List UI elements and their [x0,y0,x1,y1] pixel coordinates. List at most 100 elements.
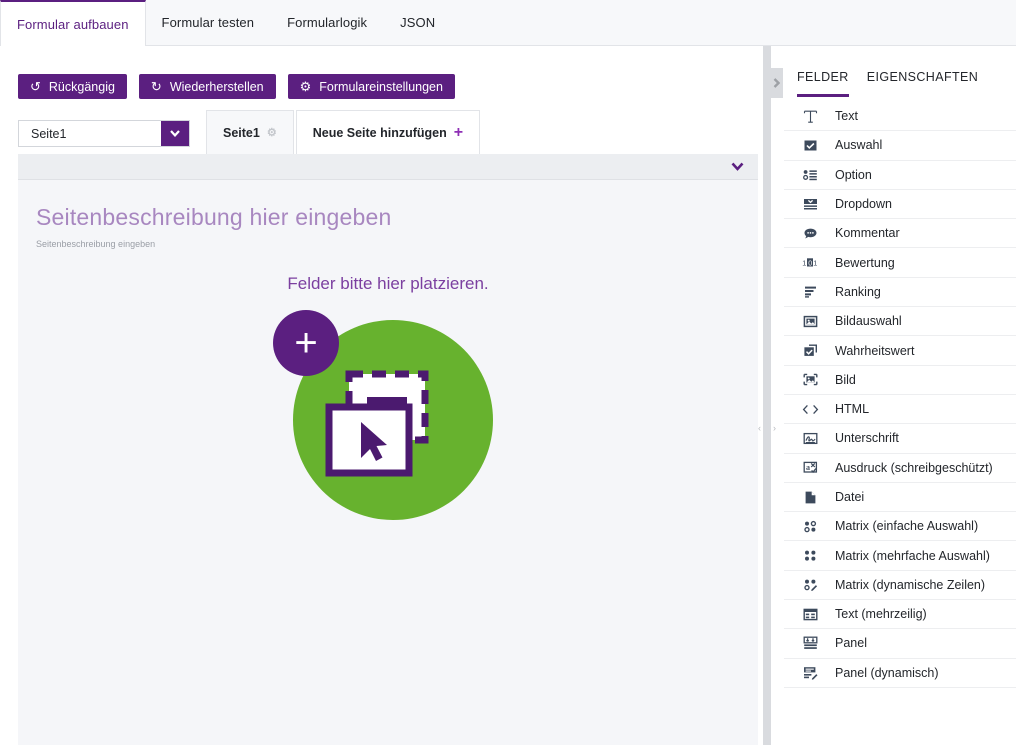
redo-button[interactable]: ↻ Wiederherstellen [138,74,276,99]
field-item-html[interactable]: HTML [784,395,1016,425]
field-item-unterschrift[interactable]: Unterschrift [784,424,1016,454]
field-item-option[interactable]: Option [784,161,1016,190]
gear-icon[interactable]: ⚙ [267,126,277,139]
tab-label: Formular aufbauen [17,16,129,32]
field-item-label: Bildauswahl [835,314,902,329]
field-item-label: Matrix (einfache Auswahl) [835,519,979,534]
field-item-label: Kommentar [835,226,900,241]
checkbox-icon [797,137,823,153]
panel-expand-toggle[interactable] [769,68,783,98]
field-item-label: Ranking [835,284,881,299]
redo-button-label: Wiederherstellen [169,79,264,94]
chevron-right-icon: › [773,423,776,433]
field-item-bewertung[interactable]: 1 0 1 Bewertung [784,248,1016,278]
tab-label: Formular testen [161,15,255,30]
file-icon [797,489,823,505]
field-item-label: Matrix (mehrfache Auswahl) [835,548,990,563]
field-item-kommentar[interactable]: Kommentar [784,219,1016,249]
tab-eigenschaften[interactable]: EIGENSCHAFTEN [867,70,978,97]
dropzone[interactable]: Felder bitte hier platzieren. + [18,274,758,540]
field-item-matrix-dynamische-zeilen[interactable]: Matrix (dynamische Zeilen) [784,571,1016,601]
field-item-bild[interactable]: Bild [784,366,1016,395]
chevron-down-glyph [170,130,180,137]
ranking-icon [797,284,823,300]
field-item-label: Datei [835,490,865,504]
chevron-down-icon[interactable] [161,121,189,146]
tab-label: EIGENSCHAFTEN [866,70,979,84]
plus-icon: + [294,321,318,365]
field-item-label: Text (mehrzeilig) [835,607,927,622]
field-item-datei[interactable]: Datei [784,483,1016,513]
svg-text:a: a [806,463,810,472]
field-item-dropdown[interactable]: Dropdown [784,190,1016,220]
tab-formular-testen[interactable]: Formular testen [146,0,272,45]
page-tab-seite1[interactable]: Seite1 ⚙ [206,110,294,154]
matrix-dynamic-icon [797,577,823,593]
splitter-resize-handle[interactable]: ‹ › [758,418,776,438]
page-select[interactable]: Seite1 [18,120,190,147]
field-item-label: Unterschrift [835,431,899,446]
panel-splitter[interactable] [763,46,771,745]
field-item-label: Text [835,109,858,124]
chevron-left-icon: ‹ [758,423,761,433]
field-item-ausdruck-schreibgesch-tzt[interactable]: a Ausdruck (schreibgeschützt) [784,454,1016,483]
tab-label: JSON [400,15,436,30]
dropdown-icon [797,196,823,212]
field-item-text-mehrzeilig[interactable]: Text (mehrzeilig) [784,600,1016,630]
field-item-label: Option [835,167,872,182]
form-settings-button-label: Formulareinstellungen [319,79,443,94]
field-item-label: Ausdruck (schreibgeschützt) [835,460,993,475]
field-item-wahrheitswert[interactable]: Wahrheitswert [784,336,1016,366]
field-item-panel[interactable]: Panel [784,629,1016,659]
field-item-auswahl[interactable]: Auswahl [784,131,1016,161]
right-panel: FELDER EIGENSCHAFTEN Text Auswahl Option Dr… [784,46,1016,745]
field-type-list: Text Auswahl Option Dropdown Kommentar 1 0 1 Bew… [784,102,1016,688]
field-item-label: Bild [835,372,856,387]
field-item-matrix-mehrfache-auswahl[interactable]: Matrix (mehrfache Auswahl) [784,541,1016,571]
form-settings-button[interactable]: ⚙ Formulareinstellungen [287,74,455,99]
page-description[interactable]: Seitenbeschreibung eingeben [36,239,155,249]
field-item-label: Panel (dynamisch) [835,665,939,680]
panel-icon [797,635,823,651]
image-icon [797,372,823,388]
field-item-bildauswahl[interactable]: Bildauswahl [784,307,1016,337]
text-icon [797,108,823,124]
field-item-matrix-einfache-auswahl[interactable]: Matrix (einfache Auswahl) [784,512,1016,542]
drag-drop-icon [325,370,441,483]
page-controls-row: Seite1 Seite1 ⚙ Neue Seite hinzufügen + [0,110,770,154]
field-item-label: HTML [835,402,870,417]
chevron-down-glyph [731,162,744,171]
add-page-button[interactable]: Neue Seite hinzufügen + [295,110,481,154]
panel-dynamic-icon [797,665,823,681]
field-item-text[interactable]: Text [784,102,1016,132]
form-canvas[interactable]: Seitenbeschreibung hier eingeben Seitenb… [18,154,758,745]
add-page-label: Neue Seite hinzufügen [312,125,447,140]
undo-button[interactable]: ↺ Rückgängig [18,74,127,99]
expression-icon: a [797,460,823,476]
imagepicker-icon [797,313,823,329]
page-select-value: Seite1 [31,126,67,141]
collapse-chevron-down-icon[interactable] [731,159,744,174]
undo-button-label: Rückgängig [48,79,115,94]
page-title[interactable]: Seitenbeschreibung hier eingeben [36,204,392,231]
svg-text:1: 1 [813,259,817,268]
canvas-header-strip [18,154,758,180]
field-item-panel-dynamisch[interactable]: Panel (dynamisch) [784,659,1016,688]
field-item-label: Matrix (dynamische Zeilen) [835,577,986,592]
field-item-ranking[interactable]: Ranking [784,278,1016,308]
html-icon [797,401,823,417]
chevron-right-icon [773,78,780,88]
drag-drop-glyph [325,370,429,477]
dropzone-add-button[interactable]: + [273,310,339,376]
builder-toolbar: ↺ Rückgängig ↻ Wiederherstellen ⚙ Formul… [18,74,455,99]
tab-formularlogik[interactable]: Formularlogik [271,0,384,45]
tab-formular-aufbauen[interactable]: Formular aufbauen [0,0,146,46]
tab-json[interactable]: JSON [384,0,452,45]
matrix-single-icon [797,518,823,534]
multiline-text-icon [797,606,823,622]
field-item-label: Auswahl [835,138,883,153]
signature-icon [797,430,823,446]
tab-felder[interactable]: FELDER [797,70,849,97]
tab-label: FELDER [797,70,849,84]
comment-icon [797,225,823,241]
